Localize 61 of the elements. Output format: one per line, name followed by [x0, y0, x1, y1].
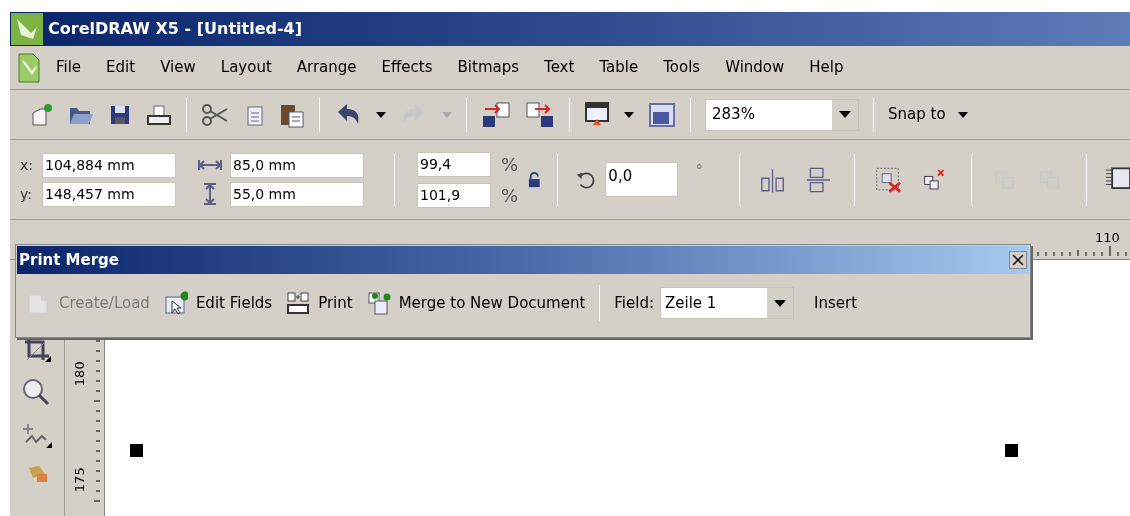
height-field[interactable]: 55,0 mm [230, 181, 364, 207]
new-document-icon[interactable] [30, 102, 54, 127]
menu-item[interactable]: View [160, 56, 196, 79]
dropdown-arrow-icon[interactable] [624, 111, 634, 118]
percent-label: % [501, 152, 519, 177]
menu-item[interactable]: Edit [106, 56, 136, 79]
ruler-label: 180 [70, 361, 88, 387]
app-logo-icon [11, 13, 43, 45]
menu-item[interactable]: Text [544, 56, 575, 79]
y-position-field[interactable]: 148,457 mm [42, 181, 176, 207]
zoom-level-combo[interactable]: 283% [705, 98, 859, 131]
x-label: x: [20, 155, 34, 175]
toolbar-title: Print Merge [19, 249, 119, 271]
menu-item[interactable]: Help [809, 56, 844, 79]
menu-item[interactable]: Arrange [296, 56, 357, 79]
lock-icon[interactable] [528, 171, 541, 188]
scissors-icon[interactable] [201, 102, 229, 127]
menu-item[interactable]: Window [725, 56, 785, 79]
import-icon[interactable] [481, 100, 511, 129]
print-fields-icon [286, 291, 311, 315]
ruler-label: 110 [1095, 229, 1120, 247]
selection-handle[interactable] [1005, 444, 1018, 457]
menu-item[interactable]: Table [599, 56, 639, 79]
close-icon[interactable] [1009, 251, 1027, 269]
dropdown-arrow-icon[interactable] [839, 111, 851, 118]
insert-button[interactable]: Insert [814, 291, 857, 315]
menu-item[interactable]: Bitmaps [457, 56, 520, 79]
dropdown-arrow-icon[interactable] [774, 299, 786, 307]
y-label: y: [20, 184, 33, 204]
menu-item[interactable]: File [56, 56, 82, 79]
width-arrows-icon [198, 159, 222, 171]
window-title: CorelDRAW X5 - [Untitled-4] [48, 18, 303, 40]
degree-label: ° [695, 161, 703, 180]
dropdown-arrow-icon[interactable] [376, 111, 386, 118]
zoom-tool-icon[interactable] [22, 378, 52, 408]
edit-fields-icon [163, 291, 188, 315]
selection-handle[interactable] [130, 444, 143, 457]
toolbar-button[interactable]: Print [286, 291, 353, 315]
scale-y-field[interactable]: 101,9 [417, 182, 491, 208]
ruler-label: 175 [70, 467, 88, 493]
merge-document-icon [366, 291, 391, 315]
rotation-angle-field[interactable]: 0,0 [605, 162, 678, 197]
welcome-screen-icon[interactable] [648, 101, 676, 128]
export-icon[interactable] [525, 100, 555, 129]
toolbar-button[interactable]: Merge to New Document [366, 291, 586, 315]
menu-item[interactable]: Effects [381, 56, 433, 79]
menu-item[interactable]: Tools [663, 56, 701, 79]
document-icon[interactable] [18, 52, 40, 83]
snap-to-button[interactable]: Snap to [888, 103, 968, 126]
dropdown-arrow-icon [957, 111, 968, 118]
freehand-tool-icon[interactable] [22, 422, 52, 450]
field-label: Field: [614, 292, 654, 314]
print-icon[interactable] [146, 102, 172, 127]
create-load-icon [27, 291, 51, 315]
percent-label: % [501, 183, 519, 208]
menu-item[interactable]: Layout [220, 56, 272, 79]
scale-x-field[interactable]: 99,4 [417, 151, 491, 177]
toolbar-button[interactable]: Edit Fields [163, 291, 273, 315]
field-combo[interactable]: Zeile 1 [660, 287, 794, 319]
width-field[interactable]: 85,0 mm [230, 152, 364, 178]
x-position-field[interactable]: 104,884 mm [42, 152, 176, 178]
